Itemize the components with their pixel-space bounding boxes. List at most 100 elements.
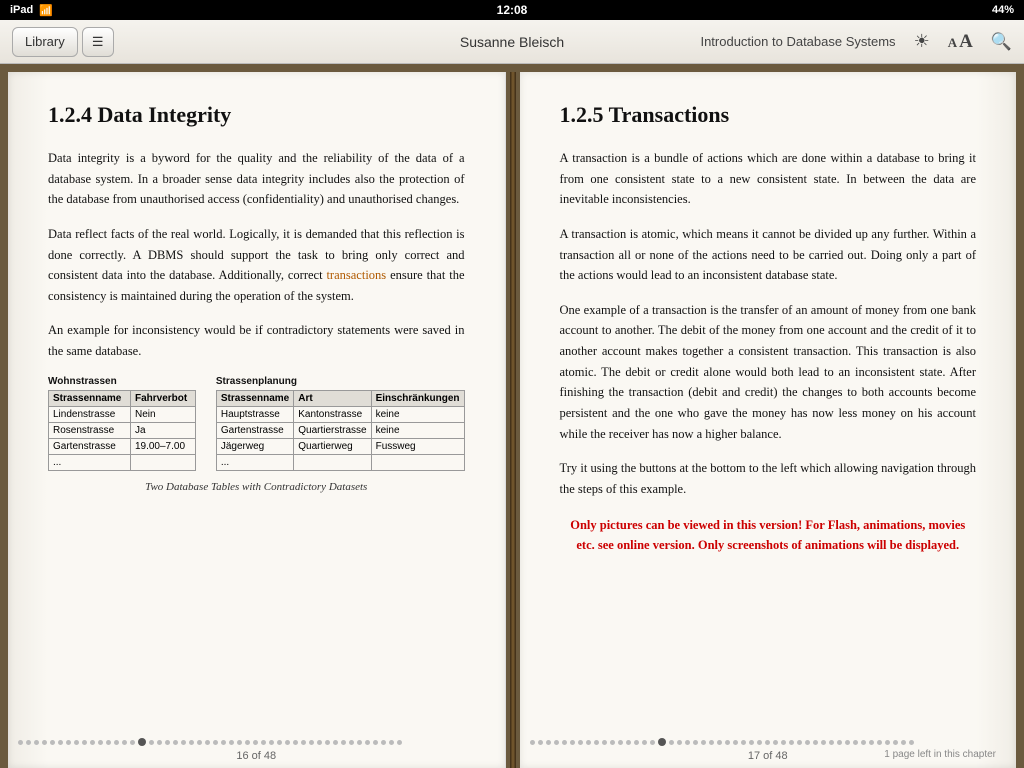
progress-dot [181, 740, 186, 745]
progress-dot [618, 740, 623, 745]
right-paragraph-3: One example of a transaction is the tran… [560, 300, 977, 444]
left-page-content: 1.2.4 Data Integrity Data integrity is a… [8, 72, 505, 732]
device-label: iPad [10, 4, 33, 16]
table1-wrapper: Wohnstrassen Strassenname Fahrverbot Lin… [48, 376, 196, 471]
wifi-icon: 📶 [39, 4, 53, 17]
progress-dot [530, 740, 535, 745]
flash-notice: Only pictures can be viewed in this vers… [560, 515, 977, 555]
progress-dot [789, 740, 794, 745]
progress-dot [317, 740, 322, 745]
progress-dot [546, 740, 551, 745]
progress-dot [245, 740, 250, 745]
toc-button[interactable]: ☰ [82, 27, 114, 57]
progress-dot [677, 740, 682, 745]
font-small-label: A [948, 35, 957, 51]
right-chapter-title: 1.2.5 Transactions [560, 102, 977, 128]
progress-dot [634, 740, 639, 745]
progress-dot [658, 738, 666, 746]
progress-dot [397, 740, 402, 745]
table-row: RosenstrasseJa [49, 422, 196, 438]
book-container: 1.2.4 Data Integrity Data integrity is a… [0, 64, 1024, 768]
table-row: Gartenstrasse19.00–7.00 [49, 438, 196, 454]
left-paragraph-1: Data integrity is a byword for the quali… [48, 148, 465, 210]
progress-dot [701, 740, 706, 745]
table1-col2-header: Fahrverbot [130, 390, 195, 406]
left-page-number: 16 of 48 [236, 750, 276, 762]
progress-dot [837, 740, 842, 745]
transactions-link[interactable]: transactions [326, 268, 386, 282]
progress-dot [58, 740, 63, 745]
progress-dot [650, 740, 655, 745]
progress-dot [82, 740, 87, 745]
progress-dot [853, 740, 858, 745]
progress-dot [709, 740, 714, 745]
right-page-footer: 17 of 48 1 page left in this chapter [520, 732, 1017, 768]
battery-label: 44% [992, 4, 1014, 16]
progress-dot [229, 740, 234, 745]
toolbar-right: Introduction to Database Systems ☀ A A 🔍 [700, 31, 1012, 53]
progress-dot [237, 740, 242, 745]
progress-dot [861, 740, 866, 745]
progress-dot [213, 740, 218, 745]
font-size-control[interactable]: A A [948, 31, 973, 53]
progress-dot [42, 740, 47, 745]
progress-dot [901, 740, 906, 745]
progress-dot [165, 740, 170, 745]
table2: Strassenname Art Einschränkungen Hauptst… [216, 390, 465, 471]
progress-dot [381, 740, 386, 745]
progress-dot [253, 740, 258, 745]
progress-dot [685, 740, 690, 745]
progress-dot [277, 740, 282, 745]
progress-dot [578, 740, 583, 745]
table-row: LindenstrasseNein [49, 406, 196, 422]
progress-dot [373, 740, 378, 745]
progress-dot [773, 740, 778, 745]
progress-dot [669, 740, 674, 745]
progress-dot [869, 740, 874, 745]
progress-dot [797, 740, 802, 745]
progress-dot [357, 740, 362, 745]
progress-dot [221, 740, 226, 745]
progress-dot [562, 740, 567, 745]
progress-dot [885, 740, 890, 745]
table1-title: Wohnstrassen [48, 376, 196, 387]
progress-dot [205, 740, 210, 745]
left-dots-row [8, 738, 505, 746]
progress-dot [34, 740, 39, 745]
progress-dot [189, 740, 194, 745]
left-chapter-title: 1.2.4 Data Integrity [48, 102, 465, 128]
progress-dot [138, 738, 146, 746]
right-page-content: 1.2.5 Transactions A transaction is a bu… [520, 72, 1017, 732]
book-spine [510, 72, 516, 768]
progress-dot [757, 740, 762, 745]
progress-dot [845, 740, 850, 745]
brightness-icon[interactable]: ☀ [914, 31, 930, 52]
book-subtitle: Introduction to Database Systems [700, 34, 895, 49]
right-paragraph-2: A transaction is atomic, which means it … [560, 224, 977, 286]
search-icon[interactable]: 🔍 [991, 32, 1012, 52]
right-page: 1.2.5 Transactions A transaction is a bu… [520, 72, 1017, 768]
progress-dot [749, 740, 754, 745]
right-page-number: 17 of 48 [748, 750, 788, 762]
progress-dot [389, 740, 394, 745]
progress-dot [106, 740, 111, 745]
table-row: JägerwegQuartierwegFussweg [216, 438, 464, 454]
progress-dot [781, 740, 786, 745]
progress-dot [642, 740, 647, 745]
library-button[interactable]: Library [12, 27, 78, 57]
progress-dot [301, 740, 306, 745]
table-row: HauptstrasseKantonstrassekeine [216, 406, 464, 422]
progress-dot [693, 740, 698, 745]
progress-dot [813, 740, 818, 745]
progress-dot [349, 740, 354, 745]
progress-dot [725, 740, 730, 745]
progress-dot [26, 740, 31, 745]
status-bar: iPad 📶 12:08 44% [0, 0, 1024, 20]
left-paragraph-2: Data reflect facts of the real world. Lo… [48, 224, 465, 307]
right-dots-row [520, 738, 1017, 746]
progress-dot [285, 740, 290, 745]
progress-dot [309, 740, 314, 745]
toolbar-left: Library ☰ [12, 27, 114, 57]
progress-dot [90, 740, 95, 745]
progress-dot [821, 740, 826, 745]
